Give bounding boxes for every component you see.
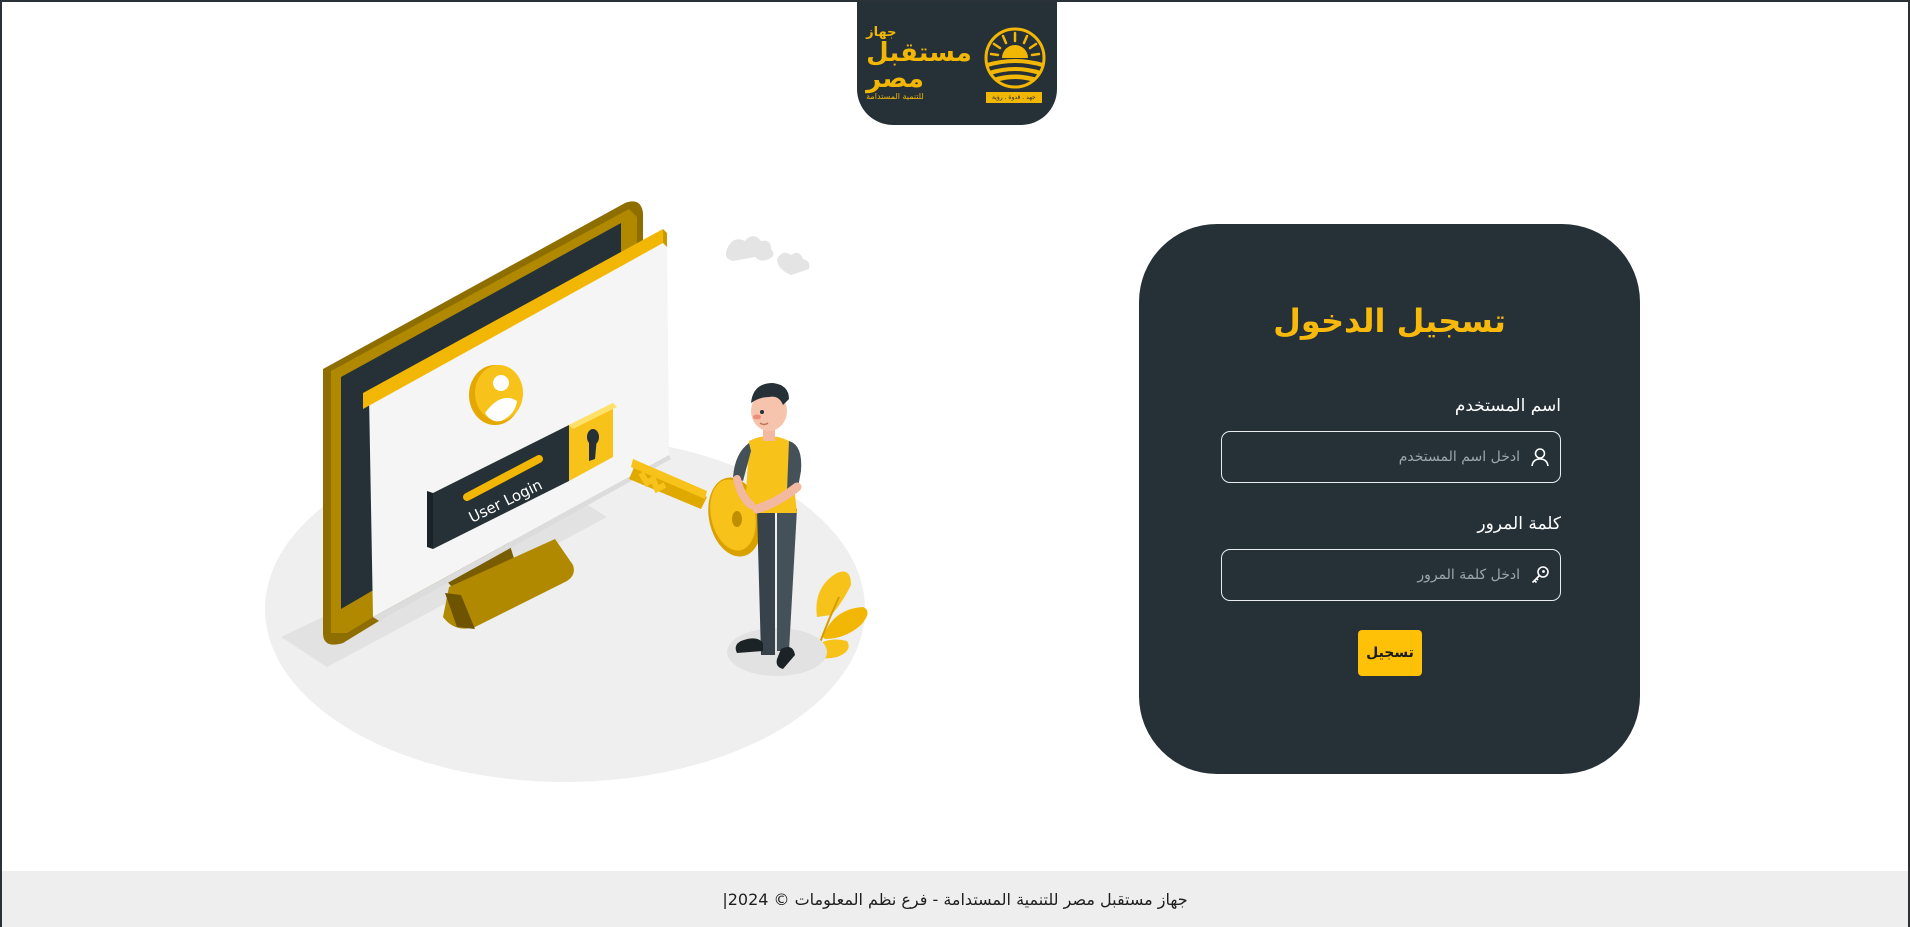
footer: جهاز مستقبل مصر للتنمية المستدامة - فرع …	[2, 871, 1908, 927]
username-input[interactable]	[1222, 433, 1520, 481]
login-card: تسجيل الدخول اسم المستخدم كلمة المرور	[1139, 224, 1640, 774]
logo-line-2: مستقبل	[866, 37, 972, 68]
login-title: تسجيل الدخول	[1273, 302, 1506, 340]
sun-over-fields-icon: جهد . قدوة . رؤية	[982, 25, 1048, 103]
logo-line-4: للتنمية المستدامة	[866, 91, 924, 101]
logo-tagline: جهد . قدوة . رؤية	[985, 91, 1042, 103]
login-page: جهاز مستقبل مصر للتنمية المستدامة جهد . …	[0, 0, 1910, 927]
user-icon	[1520, 432, 1560, 482]
password-field-wrapper	[1221, 549, 1561, 601]
user-login-key-illustration: User Login	[257, 197, 877, 797]
key-icon	[1520, 550, 1560, 600]
password-label: كلمة المرور	[1477, 514, 1561, 534]
logo-line-3: مصر	[866, 63, 925, 94]
footer-copyright: جهاز مستقبل مصر للتنمية المستدامة - فرع …	[722, 889, 1188, 909]
username-label: اسم المستخدم	[1454, 396, 1561, 416]
username-field-wrapper	[1221, 431, 1561, 483]
logo-wordmark: جهاز مستقبل مصر للتنمية المستدامة	[866, 25, 972, 102]
logo-header: جهاز مستقبل مصر للتنمية المستدامة جهد . …	[857, 2, 1057, 125]
login-submit-button[interactable]: تسجيل	[1358, 630, 1422, 676]
password-input[interactable]	[1222, 551, 1520, 599]
